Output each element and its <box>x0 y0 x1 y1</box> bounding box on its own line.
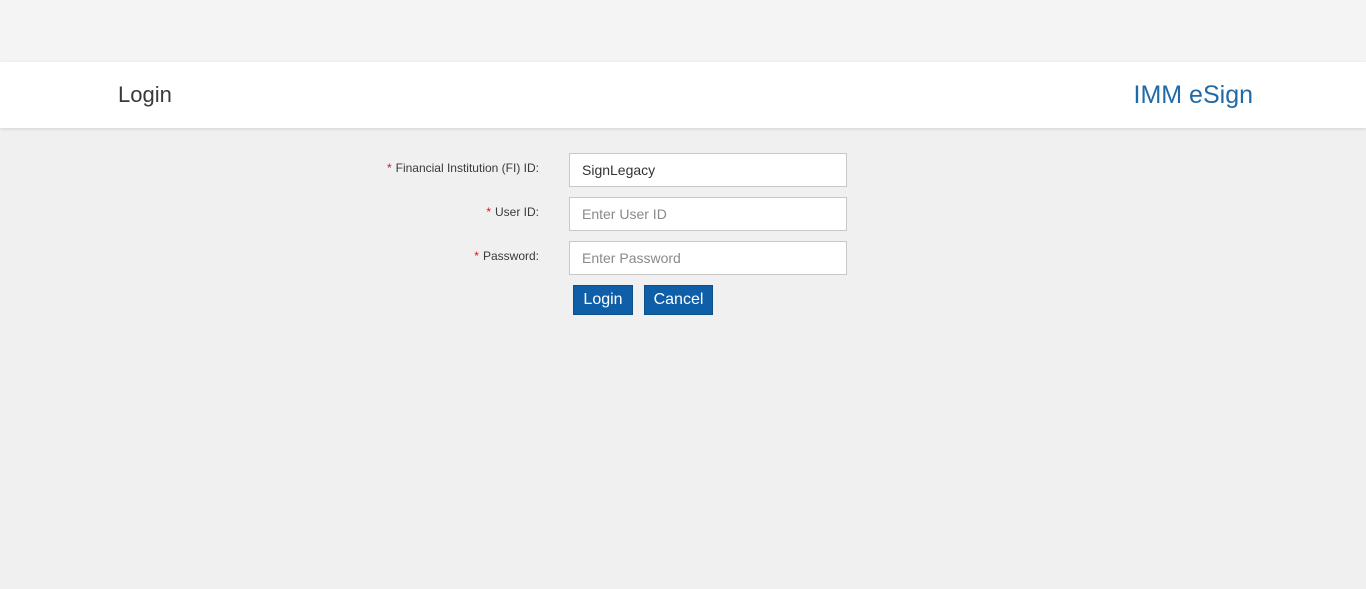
fi-id-input[interactable] <box>569 153 847 187</box>
page-title: Login <box>118 82 172 107</box>
fi-id-label: * Financial Institution (FI) ID: <box>387 161 539 175</box>
password-label-text: Password: <box>482 249 539 263</box>
top-strip <box>0 0 1366 62</box>
password-label: * Password: <box>474 249 539 263</box>
password-input[interactable] <box>569 241 847 275</box>
required-marker: * <box>486 205 491 219</box>
user-id-row: * User ID: <box>0 197 1366 231</box>
required-marker: * <box>386 161 392 175</box>
fi-id-label-text: Financial Institution (FI) ID: <box>395 161 539 175</box>
user-id-input[interactable] <box>569 197 847 231</box>
user-id-label: * User ID: <box>486 205 539 219</box>
login-button[interactable]: Login <box>573 285 633 315</box>
cancel-button[interactable]: Cancel <box>644 285 713 315</box>
user-id-label-text: User ID: <box>494 205 539 219</box>
fi-id-row: * Financial Institution (FI) ID: <box>0 153 1366 187</box>
password-row: * Password: <box>0 241 1366 275</box>
brand-name: IMM eSign <box>1133 81 1253 109</box>
header-bar: Login IMM eSign <box>0 62 1366 128</box>
required-marker: * <box>474 249 479 263</box>
